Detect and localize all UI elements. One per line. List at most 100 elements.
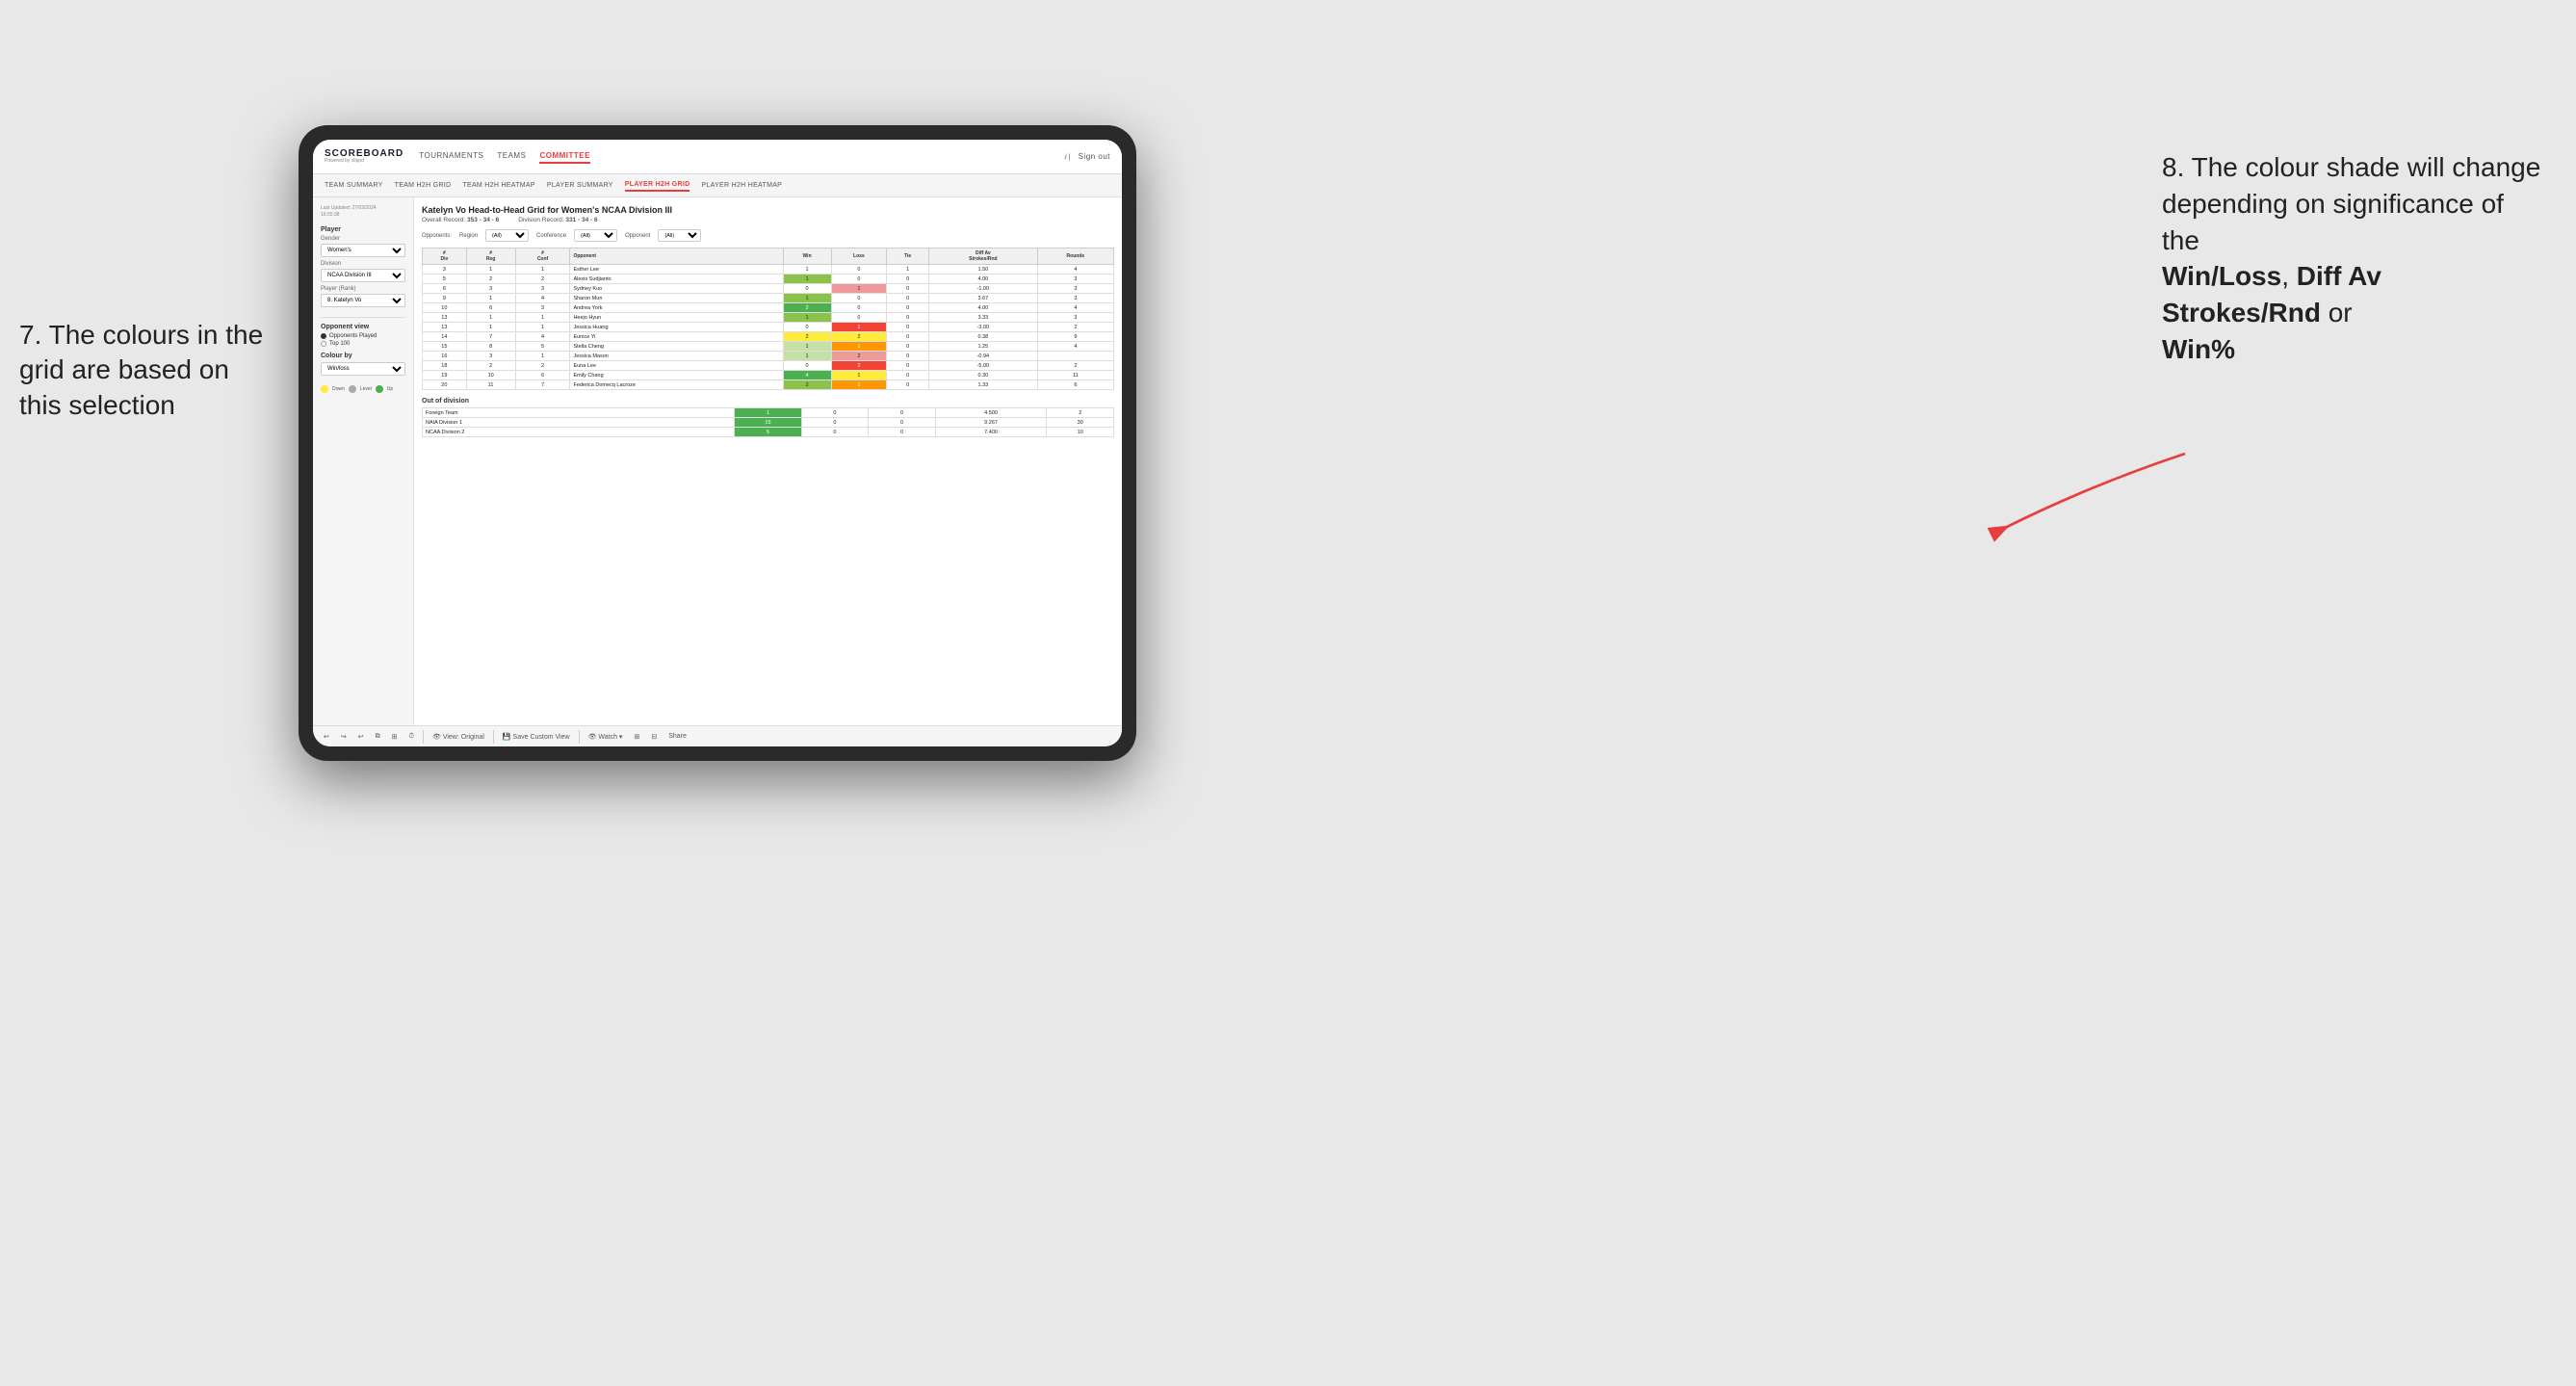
- annotation-left-text: 7. The colours in the grid are based on …: [19, 320, 263, 420]
- colour-by-select[interactable]: Win/loss: [321, 362, 405, 376]
- save-icon: 💾: [503, 734, 511, 741]
- table-row: 522 Alexis Sudjianto 1 0 0 4.00 3: [423, 275, 1114, 284]
- main-content: Katelyn Vo Head-to-Head Grid for Women's…: [414, 197, 1122, 725]
- col-diff: Diff AvStrokes/Rnd: [928, 248, 1037, 265]
- share-label: Share: [668, 733, 687, 740]
- conference-filter-label: Conference: [536, 233, 566, 239]
- nav-committee[interactable]: COMMITTEE: [539, 149, 590, 164]
- legend-up-label: Up: [387, 386, 393, 392]
- undo-button[interactable]: ↩: [321, 731, 332, 743]
- paste-button[interactable]: ⊞: [389, 731, 401, 743]
- opponents-filter-label: Opponents:: [422, 233, 452, 239]
- legend-row: Down Level Up: [321, 385, 405, 393]
- nav-tournaments[interactable]: TOURNAMENTS: [419, 149, 483, 164]
- nav-items: TOURNAMENTS TEAMS COMMITTEE: [419, 149, 1064, 164]
- divider1: [321, 317, 405, 318]
- annotation-right-bold3: Win%: [2162, 334, 2235, 364]
- table-row: 1063 Andrea York 2 0 0 4.00 4: [423, 303, 1114, 313]
- player-section-title: Player: [321, 226, 405, 233]
- table-row: 20117 Federica Domecq Lacroze 2 1 0 1.33…: [423, 380, 1114, 390]
- subnav-team-h2h-grid[interactable]: TEAM H2H GRID: [395, 180, 452, 191]
- gender-select[interactable]: Women's: [321, 244, 405, 257]
- col-win: Win: [783, 248, 831, 265]
- nav-teams[interactable]: TEAMS: [497, 149, 526, 164]
- subnav-team-h2h-heatmap[interactable]: TEAM H2H HEATMAP: [462, 180, 534, 191]
- copy-button[interactable]: ⧉: [373, 731, 383, 743]
- col-div: #Div: [423, 248, 467, 265]
- out-of-division-title: Out of division: [422, 398, 1114, 405]
- record-row: Overall Record: 353 - 34 - 6 Division Re…: [422, 217, 1114, 223]
- conference-filter-select[interactable]: (All): [574, 229, 617, 242]
- table-row: 1585 Stella Cheng 1 1 0 1.25 4: [423, 342, 1114, 352]
- table-row: Foreign Team 1 0 0 4.500 2: [423, 408, 1114, 418]
- data-table: #Div #Reg #Conf Opponent Win Loss Tie Di…: [422, 248, 1114, 390]
- table-row: NAIA Division 1 15 0 0 9.267 30: [423, 418, 1114, 428]
- division-label: Division: [321, 261, 405, 267]
- arrow-right-icon: [1984, 438, 2196, 554]
- legend-down-label: Down: [332, 386, 345, 392]
- tablet-frame: SCOREBOARD Powered by clippd TOURNAMENTS…: [299, 125, 1136, 761]
- col-loss: Loss: [831, 248, 887, 265]
- radio-top100-label: Top 100: [329, 341, 350, 347]
- table-row: 633 Sydney Kuo 0 1 0 -1.00 3: [423, 284, 1114, 294]
- watch-button[interactable]: 👁 Watch ▾: [585, 731, 626, 743]
- player-rank-label: Player (Rank): [321, 286, 405, 292]
- redo-button[interactable]: ↪: [338, 731, 350, 743]
- annotation-left: 7. The colours in the grid are based on …: [19, 318, 270, 423]
- save-custom-button[interactable]: 💾 Save Custom View: [500, 731, 573, 743]
- view-original-label: View: Original: [443, 734, 484, 741]
- logo-area: SCOREBOARD Powered by clippd: [325, 149, 403, 164]
- table-row: 1822 Euna Lee 0 2 0 -5.00 2: [423, 361, 1114, 371]
- overall-record-label: Overall Record: 353 - 34 - 6: [422, 217, 499, 223]
- layout-button[interactable]: ⊞: [631, 731, 642, 743]
- col-conf: #Conf: [515, 248, 570, 265]
- nav-right: ⅈ | Sign out: [1064, 150, 1110, 163]
- sign-out-button[interactable]: Sign out: [1079, 150, 1110, 163]
- view-original-button[interactable]: 👁 View: Original: [429, 731, 487, 743]
- watch-icon: 👁: [588, 734, 597, 741]
- opponent-view-title: Opponent view: [321, 324, 405, 330]
- player-rank-select[interactable]: 8. Katelyn Vo: [321, 294, 405, 307]
- table-row: 1631 Jessica Mason 1 2 0 -0.94: [423, 352, 1114, 361]
- region-filter-select[interactable]: (All): [485, 229, 529, 242]
- legend-dot-level: [349, 385, 356, 393]
- toolbar-divider3: [579, 730, 580, 744]
- region-filter-label: Region: [459, 233, 478, 239]
- left-panel: Last Updated: 27/03/2024 16:55:38 Player…: [313, 197, 414, 725]
- radio-opponents-played[interactable]: Opponents Played: [321, 333, 405, 339]
- col-reg: #Reg: [466, 248, 515, 265]
- grid-title: Katelyn Vo Head-to-Head Grid for Women's…: [422, 205, 1114, 215]
- subnav-player-h2h-heatmap[interactable]: PLAYER H2H HEATMAP: [701, 180, 782, 191]
- save-custom-label: Save Custom View: [513, 734, 570, 741]
- division-select[interactable]: NCAA Division III: [321, 269, 405, 282]
- toolbar-divider2: [493, 730, 494, 744]
- bottom-toolbar: ↩ ↪ ↩ ⧉ ⊞ ⏱ 👁 View: Original 💾 Save Cust…: [313, 725, 1122, 746]
- back-button[interactable]: ↩: [355, 731, 367, 743]
- clock-button[interactable]: ⏱: [406, 731, 417, 743]
- out-of-division-table: Foreign Team 1 0 0 4.500 2 NAIA Division…: [422, 407, 1114, 437]
- grid-button[interactable]: ⊟: [648, 731, 660, 743]
- colour-by-title: Colour by: [321, 353, 405, 359]
- sub-nav: TEAM SUMMARY TEAM H2H GRID TEAM H2H HEAT…: [313, 174, 1122, 197]
- last-updated: Last Updated: 27/03/2024 16:55:38: [321, 205, 405, 219]
- legend-dot-down: [321, 385, 328, 393]
- share-button[interactable]: Share: [665, 731, 690, 742]
- gender-label: Gender: [321, 236, 405, 242]
- table-row: 1311 Heejo Hyun 1 0 0 3.33 3: [423, 313, 1114, 323]
- watch-label: Watch: [598, 734, 617, 741]
- division-record-label: Division Record: 331 - 34 - 6: [518, 217, 597, 223]
- subnav-team-summary[interactable]: TEAM SUMMARY: [325, 180, 383, 191]
- table-row: 1311 Jessica Huang 0 1 0 -3.00 2: [423, 323, 1114, 332]
- filter-row: Opponents: Region (All) Conference (All)…: [422, 229, 1114, 242]
- subnav-player-summary[interactable]: PLAYER SUMMARY: [547, 180, 613, 191]
- legend-level-label: Level: [360, 386, 372, 392]
- opponent-filter-select[interactable]: (All): [658, 229, 701, 242]
- col-rounds: Rounds: [1037, 248, 1113, 265]
- subnav-player-h2h-grid[interactable]: PLAYER H2H GRID: [625, 179, 690, 192]
- view-icon: 👁: [432, 734, 441, 741]
- opponent-filter-label: Opponent: [625, 233, 650, 239]
- nav-separator: ⅈ |: [1064, 153, 1070, 161]
- table-row: 914 Sharon Mun 1 0 0 3.67 3: [423, 294, 1114, 303]
- nav-bar: SCOREBOARD Powered by clippd TOURNAMENTS…: [313, 140, 1122, 174]
- radio-top100[interactable]: Top 100: [321, 341, 405, 347]
